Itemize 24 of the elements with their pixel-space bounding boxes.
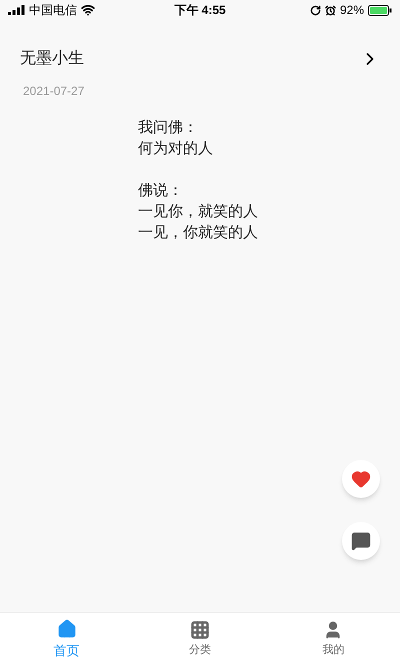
comment-button[interactable] bbox=[342, 522, 380, 560]
author-row[interactable]: 无墨小生 bbox=[0, 46, 400, 72]
post-date: 2021-07-27 bbox=[22, 83, 86, 100]
nav-tab[interactable]: 首页 bbox=[0, 613, 134, 666]
nav-tab[interactable]: 我的 bbox=[266, 613, 400, 666]
nav-tab[interactable]: 分类 bbox=[133, 613, 267, 666]
signal-icon bbox=[8, 5, 25, 15]
heart-icon bbox=[351, 469, 371, 489]
alarm-icon bbox=[324, 4, 336, 16]
poem-line: 一见你，就笑的人 bbox=[138, 202, 259, 222]
battery-percent: 92% bbox=[340, 2, 364, 19]
poem-line: 一见，你就笑的人 bbox=[138, 223, 259, 243]
carrier-name: 中国电信 bbox=[29, 2, 77, 19]
poem-line: 我问佛： bbox=[138, 118, 199, 138]
status-time: 下午 4:55 bbox=[174, 2, 226, 19]
like-button[interactable] bbox=[342, 460, 380, 498]
rotation-lock-icon bbox=[310, 4, 321, 16]
battery-icon bbox=[368, 4, 392, 16]
wifi-icon bbox=[81, 3, 95, 17]
comment-icon bbox=[351, 531, 371, 551]
poem-line: 何为对的人 bbox=[138, 139, 214, 159]
poem-line: 佛说： bbox=[138, 181, 184, 201]
home-icon bbox=[56, 618, 77, 639]
grid-icon bbox=[190, 620, 210, 640]
